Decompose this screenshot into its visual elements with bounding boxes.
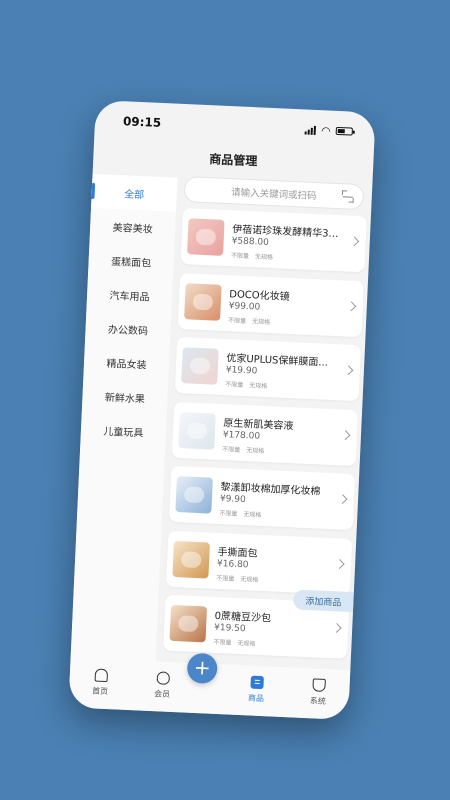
wifi-icon: ◠ bbox=[320, 123, 332, 138]
spec-tag: 无规格 bbox=[251, 317, 271, 326]
product-price: ¥19.90 bbox=[225, 365, 258, 377]
product-card[interactable]: DOCO化妆镜 ¥99.00 不限量 无规格 bbox=[177, 272, 365, 337]
product-price: ¥178.00 bbox=[222, 429, 261, 442]
stock-tag: 不限量 bbox=[230, 252, 250, 261]
product-price: ¥99.00 bbox=[228, 300, 261, 313]
status-time: 09:15 bbox=[122, 114, 162, 130]
product-tags: 不限量 无规格 bbox=[222, 444, 264, 455]
search-placeholder: 请输入关键词或扫码 bbox=[230, 187, 317, 203]
tab-member[interactable]: 会员 bbox=[137, 670, 188, 700]
bean-bun-image bbox=[169, 604, 208, 643]
chevron-right-icon bbox=[343, 365, 354, 376]
category-item-fruit[interactable]: 新鲜水果 bbox=[82, 378, 168, 416]
tab-goods-label: 商品 bbox=[247, 693, 265, 704]
beauty-liquid-image bbox=[178, 411, 216, 450]
tab-system-label: 系统 bbox=[309, 696, 327, 707]
tab-goods[interactable]: 商品 bbox=[231, 675, 282, 705]
category-item-bakery[interactable]: 蛋糕面包 bbox=[88, 242, 174, 280]
search-input[interactable]: 请输入关键词或扫码 bbox=[183, 176, 365, 211]
product-price: ¥19.50 bbox=[213, 622, 246, 635]
category-item-toys[interactable]: 儿童玩具 bbox=[80, 412, 166, 450]
cotton-pads-image bbox=[175, 476, 213, 514]
product-card[interactable]: 优家UPLUS保鲜膜面... ¥19.90 不限量 无规格 bbox=[174, 336, 362, 402]
spec-tag: 无规格 bbox=[248, 382, 268, 391]
scan-icon[interactable] bbox=[342, 190, 355, 203]
spec-tag: 无规格 bbox=[240, 575, 259, 584]
product-card[interactable]: 手撕面包 ¥16.80 不限量 无规格 bbox=[165, 530, 353, 595]
chevron-right-icon bbox=[337, 494, 348, 505]
signal-icon bbox=[304, 125, 317, 135]
product-card[interactable]: 原生新肌美容液 ¥178.00 不限量 无规格 bbox=[171, 401, 359, 466]
category-item-all[interactable]: 全部 bbox=[91, 173, 178, 212]
spec-tag: 无规格 bbox=[237, 639, 256, 648]
stock-tag: 不限量 bbox=[213, 638, 232, 647]
product-price: ¥588.00 bbox=[231, 236, 270, 248]
status-icons: ◠ bbox=[304, 123, 353, 138]
add-product-button[interactable]: 添加商品 bbox=[293, 589, 354, 613]
tab-system[interactable]: 系统 bbox=[293, 678, 344, 708]
stock-tag: 不限量 bbox=[216, 574, 235, 583]
tab-home-label: 首页 bbox=[91, 686, 109, 697]
spec-tag: 无规格 bbox=[246, 446, 265, 455]
category-item-beauty[interactable]: 美容美妆 bbox=[89, 208, 175, 246]
product-price: ¥9.90 bbox=[219, 494, 246, 506]
category-item-auto[interactable]: 汽车用品 bbox=[86, 276, 172, 314]
product-tags: 不限量 无规格 bbox=[213, 637, 255, 648]
product-card[interactable]: 黎漾卸妆棉加厚化妆棉 ¥9.90 不限量 无规格 bbox=[168, 465, 356, 531]
chevron-right-icon bbox=[334, 558, 345, 569]
stock-tag: 不限量 bbox=[222, 445, 241, 454]
category-item-womenswear[interactable]: 精品女装 bbox=[83, 344, 169, 382]
product-card[interactable]: 伊蓓诺珍珠发酵精华3件... ¥588.00 不限量 无规格 bbox=[180, 208, 367, 273]
battery-icon bbox=[335, 126, 353, 136]
product-price: ¥16.80 bbox=[216, 558, 249, 570]
tab-home[interactable]: 首页 bbox=[75, 668, 126, 698]
goods-icon bbox=[249, 675, 264, 690]
stock-tag: 不限量 bbox=[227, 316, 247, 325]
home-icon bbox=[94, 668, 108, 683]
phone-frame: 09:15 ◠ 商品管理 全部 美容美妆 蛋糕面包 汽车用品 办公数码 精品女装… bbox=[68, 99, 376, 721]
stock-tag: 不限量 bbox=[219, 509, 238, 518]
product-tags: 不限量 无规格 bbox=[228, 315, 270, 326]
product-tags: 不限量 无规格 bbox=[216, 572, 258, 583]
member-icon bbox=[155, 671, 170, 685]
makeup-mirror-image bbox=[184, 282, 222, 321]
system-icon bbox=[311, 678, 326, 692]
chevron-right-icon bbox=[346, 300, 357, 311]
tab-member-label: 会员 bbox=[153, 689, 171, 699]
chevron-right-icon bbox=[340, 429, 351, 440]
chevron-right-icon bbox=[349, 236, 360, 247]
chevron-right-icon bbox=[331, 622, 342, 633]
product-tags: 不限量 无规格 bbox=[225, 379, 267, 390]
bread-image bbox=[172, 540, 210, 579]
spec-tag: 无规格 bbox=[254, 253, 274, 262]
category-item-office[interactable]: 办公数码 bbox=[85, 310, 171, 348]
product-tags: 不限量 无规格 bbox=[231, 250, 273, 261]
category-sidebar: 全部 美容美妆 蛋糕面包 汽车用品 办公数码 精品女装 新鲜水果 儿童玩具 bbox=[70, 173, 178, 664]
product-tags: 不限量 无规格 bbox=[219, 508, 261, 519]
serum-set-image bbox=[187, 218, 225, 256]
face-mask-image bbox=[181, 347, 219, 385]
status-bar: 09:15 ◠ bbox=[94, 100, 376, 153]
stock-tag: 不限量 bbox=[224, 381, 244, 389]
spec-tag: 无规格 bbox=[243, 511, 262, 519]
